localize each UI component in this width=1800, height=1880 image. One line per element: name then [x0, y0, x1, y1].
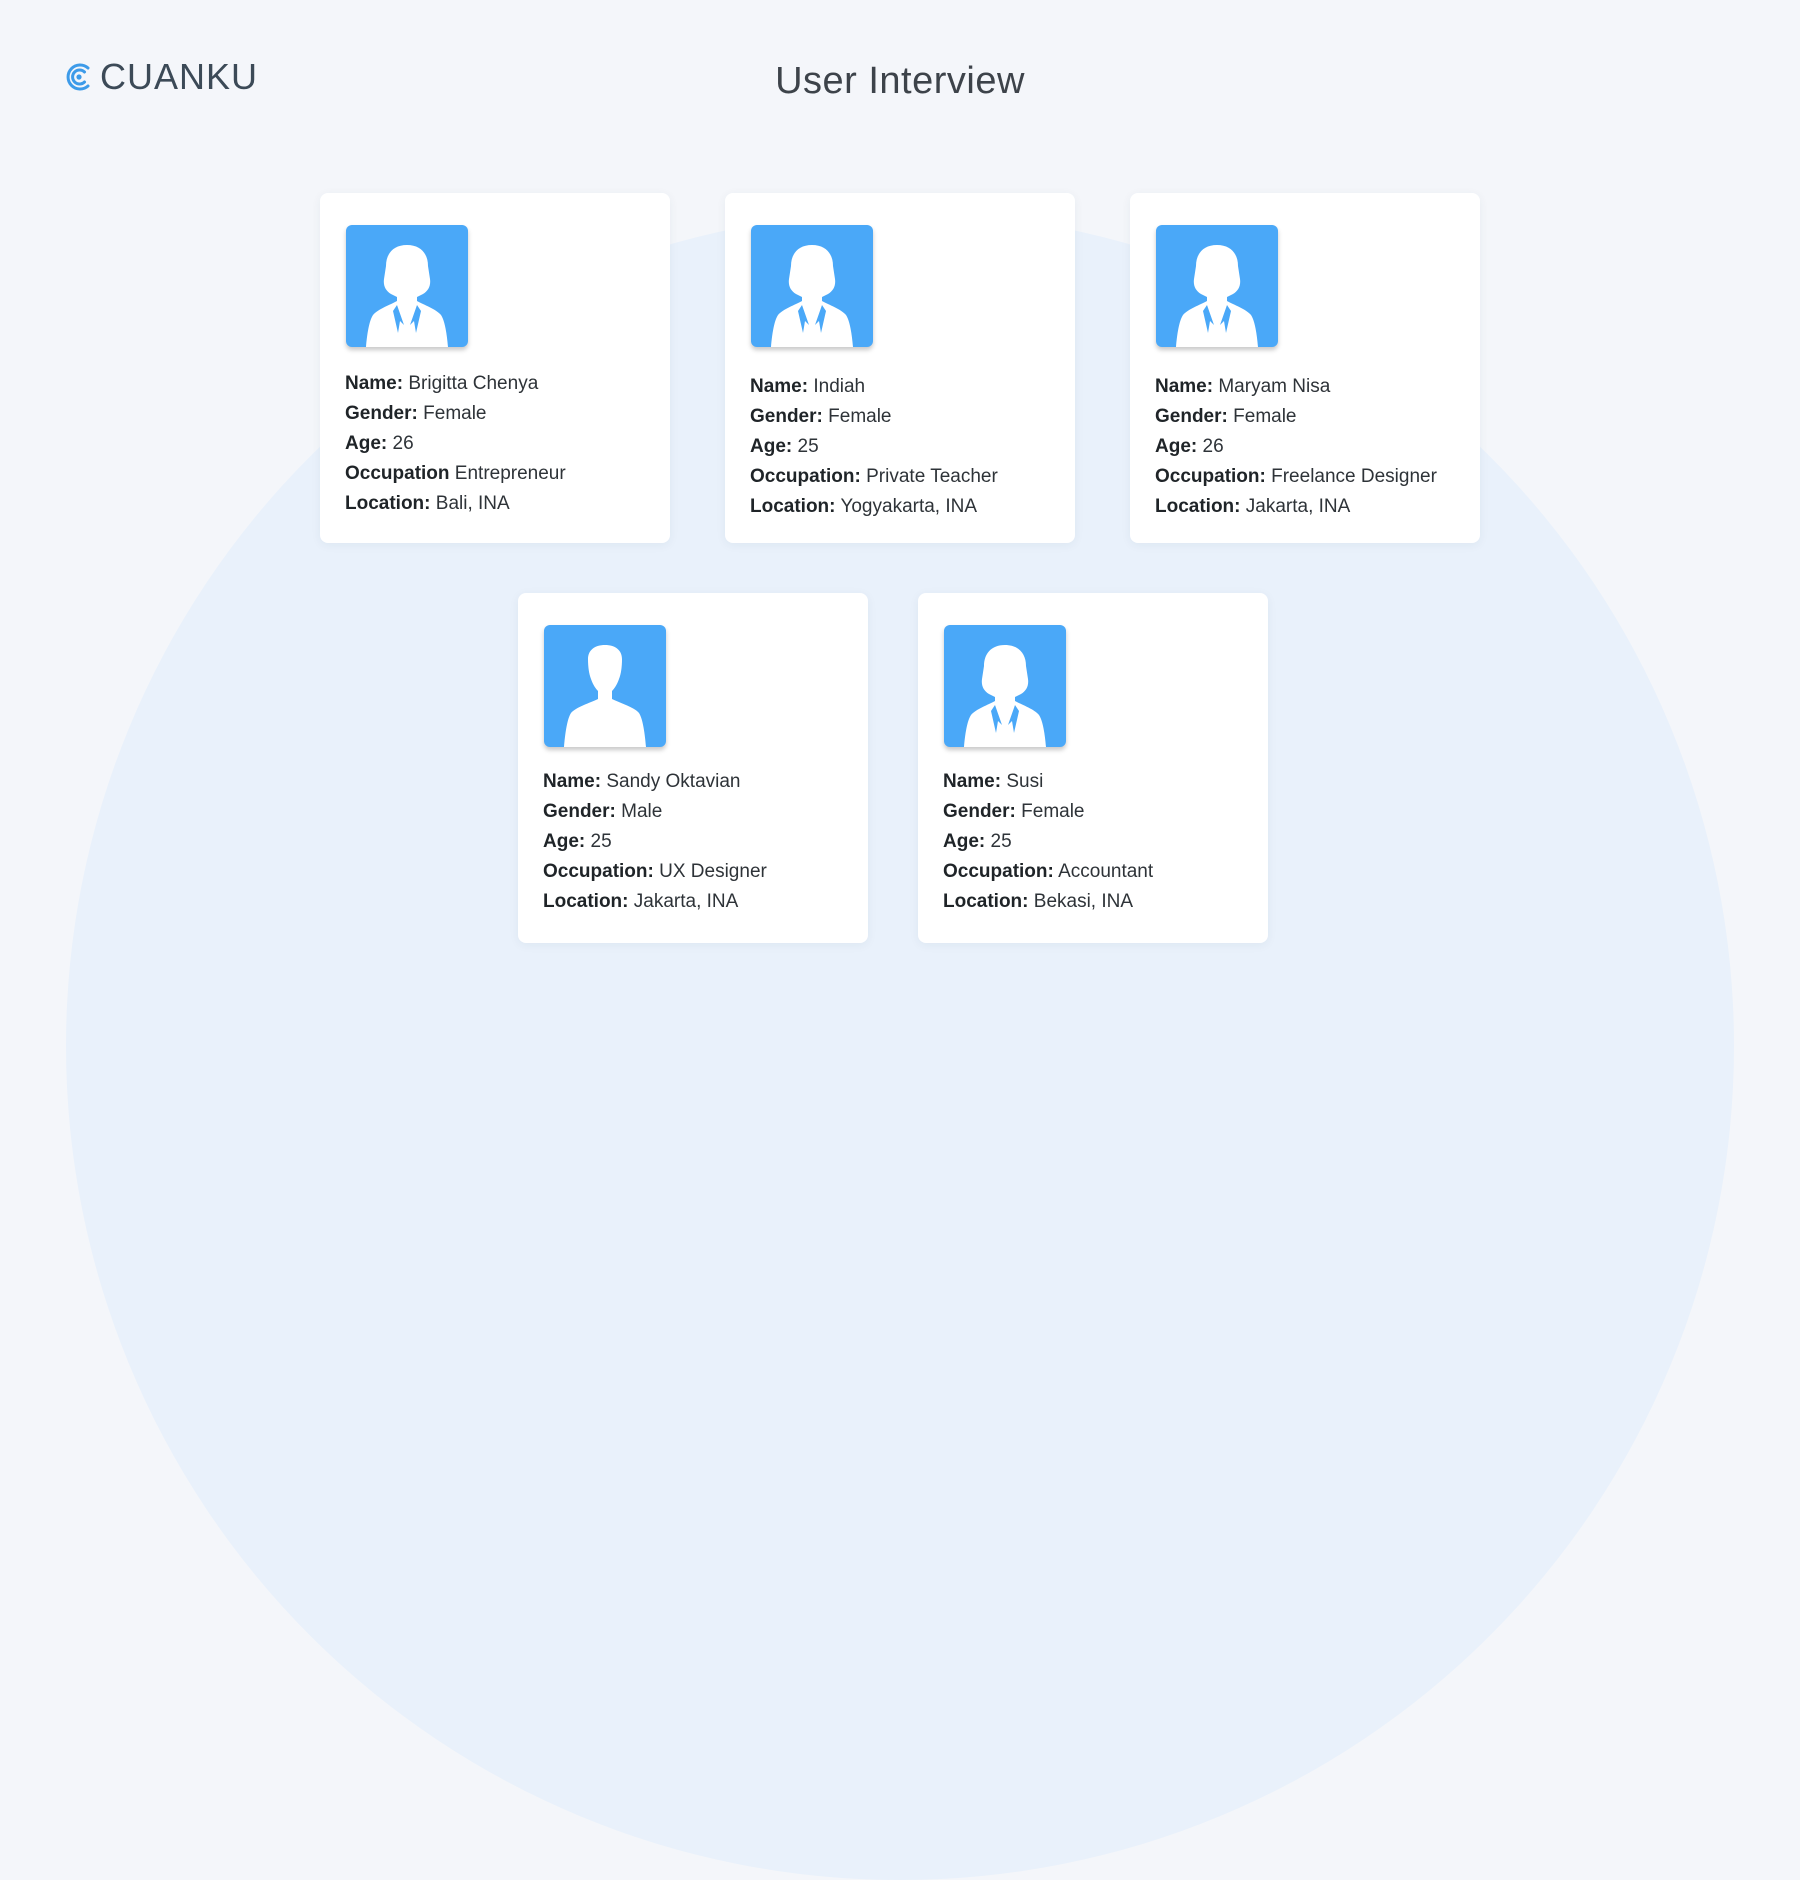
name-row: Name: Susi	[943, 767, 1153, 797]
gender-value: Female	[1233, 406, 1297, 427]
location-label: Location:	[750, 496, 836, 517]
gender-value: Female	[423, 403, 487, 424]
name-value: Indiah	[813, 376, 866, 397]
user-card[interactable]: Name: Sandy Oktavian Gender: Male Age: 2…	[518, 593, 868, 943]
location-row: Location: Yogyakarta, INA	[750, 492, 998, 522]
location-value: Jakarta, INA	[1245, 496, 1351, 517]
age-row: Age: 26	[1155, 432, 1437, 462]
occupation-label: Occupation:	[750, 466, 861, 487]
gender-label: Gender:	[543, 801, 616, 822]
occupation-value: Freelance Designer	[1271, 466, 1437, 487]
female-avatar-icon	[1176, 245, 1258, 347]
gender-row: Gender: Female	[750, 402, 998, 432]
name-value: Susi	[1006, 771, 1044, 792]
page-title: User Interview	[775, 60, 1025, 102]
location-label: Location:	[1155, 496, 1241, 517]
name-value: Maryam Nisa	[1218, 376, 1331, 397]
location-row: Location: Jakarta, INA	[1155, 492, 1437, 522]
name-label: Name:	[1155, 376, 1214, 397]
occupation-row: Occupation: Accountant	[943, 857, 1153, 887]
occupation-row: Occupation Entrepreneur	[345, 459, 566, 489]
female-avatar-icon	[366, 245, 448, 347]
location-value: Jakarta, INA	[633, 891, 739, 912]
gender-row: Gender: Female	[345, 399, 566, 429]
location-row: Location: Bekasi, INA	[943, 887, 1153, 917]
user-card[interactable]: Name: Indiah Gender: Female Age: 25 Occu…	[725, 193, 1075, 543]
gender-value: Female	[1021, 801, 1085, 822]
gender-row: Gender: Female	[943, 797, 1153, 827]
age-row: Age: 26	[345, 429, 566, 459]
age-value: 25	[990, 831, 1012, 852]
gender-row: Gender: Male	[543, 797, 767, 827]
location-value: Bekasi, INA	[1033, 891, 1134, 912]
gender-label: Gender:	[943, 801, 1016, 822]
location-label: Location:	[543, 891, 629, 912]
gender-label: Gender:	[1155, 406, 1228, 427]
name-label: Name:	[943, 771, 1002, 792]
occupation-row: Occupation: Private Teacher	[750, 462, 998, 492]
occupation-label: Occupation	[345, 463, 450, 484]
avatar	[1156, 225, 1278, 347]
location-row: Location: Bali, INA	[345, 489, 566, 519]
name-label: Name:	[543, 771, 602, 792]
age-row: Age: 25	[750, 432, 998, 462]
gender-label: Gender:	[345, 403, 418, 424]
name-value: Brigitta Chenya	[408, 373, 539, 394]
occupation-value: Private Teacher	[866, 466, 998, 487]
age-label: Age:	[943, 831, 986, 852]
gender-label: Gender:	[750, 406, 823, 427]
location-value: Yogyakarta, INA	[840, 496, 978, 517]
location-value: Bali, INA	[435, 493, 510, 514]
location-label: Location:	[345, 493, 431, 514]
avatar	[751, 225, 873, 347]
occupation-label: Occupation:	[1155, 466, 1266, 487]
age-label: Age:	[543, 831, 586, 852]
male-avatar-icon	[564, 645, 646, 747]
occupation-value: Accountant	[1058, 861, 1154, 882]
age-value: 26	[392, 433, 414, 454]
user-details: Name: Susi Gender: Female Age: 25 Occupa…	[943, 767, 1153, 917]
age-value: 26	[1202, 436, 1224, 457]
female-avatar-icon	[771, 245, 853, 347]
name-value: Sandy Oktavian	[606, 771, 741, 792]
female-avatar-icon	[964, 645, 1046, 747]
avatar	[944, 625, 1066, 747]
gender-row: Gender: Female	[1155, 402, 1437, 432]
user-details: Name: Maryam Nisa Gender: Female Age: 26…	[1155, 372, 1437, 522]
gender-value: Female	[828, 406, 892, 427]
occupation-label: Occupation:	[943, 861, 1054, 882]
age-label: Age:	[1155, 436, 1198, 457]
age-row: Age: 25	[543, 827, 767, 857]
occupation-row: Occupation: Freelance Designer	[1155, 462, 1437, 492]
user-details: Name: Indiah Gender: Female Age: 25 Occu…	[750, 372, 998, 522]
user-details: Name: Brigitta Chenya Gender: Female Age…	[345, 369, 566, 519]
occupation-label: Occupation:	[543, 861, 654, 882]
name-row: Name: Maryam Nisa	[1155, 372, 1437, 402]
gender-value: Male	[621, 801, 663, 822]
age-label: Age:	[345, 433, 388, 454]
name-row: Name: Sandy Oktavian	[543, 767, 767, 797]
user-card[interactable]: Name: Maryam Nisa Gender: Female Age: 26…	[1130, 193, 1480, 543]
name-label: Name:	[750, 376, 809, 397]
occupation-row: Occupation: UX Designer	[543, 857, 767, 887]
location-row: Location: Jakarta, INA	[543, 887, 767, 917]
user-details: Name: Sandy Oktavian Gender: Male Age: 2…	[543, 767, 767, 917]
name-row: Name: Brigitta Chenya	[345, 369, 566, 399]
occupation-value: UX Designer	[659, 861, 767, 882]
name-label: Name:	[345, 373, 404, 394]
user-card[interactable]: Name: Brigitta Chenya Gender: Female Age…	[320, 193, 670, 543]
avatar	[346, 225, 468, 347]
location-label: Location:	[943, 891, 1029, 912]
age-value: 25	[590, 831, 612, 852]
age-row: Age: 25	[943, 827, 1153, 857]
occupation-value: Entrepreneur	[454, 463, 566, 484]
user-card[interactable]: Name: Susi Gender: Female Age: 25 Occupa…	[918, 593, 1268, 943]
age-label: Age:	[750, 436, 793, 457]
age-value: 25	[797, 436, 819, 457]
avatar	[544, 625, 666, 747]
name-row: Name: Indiah	[750, 372, 998, 402]
